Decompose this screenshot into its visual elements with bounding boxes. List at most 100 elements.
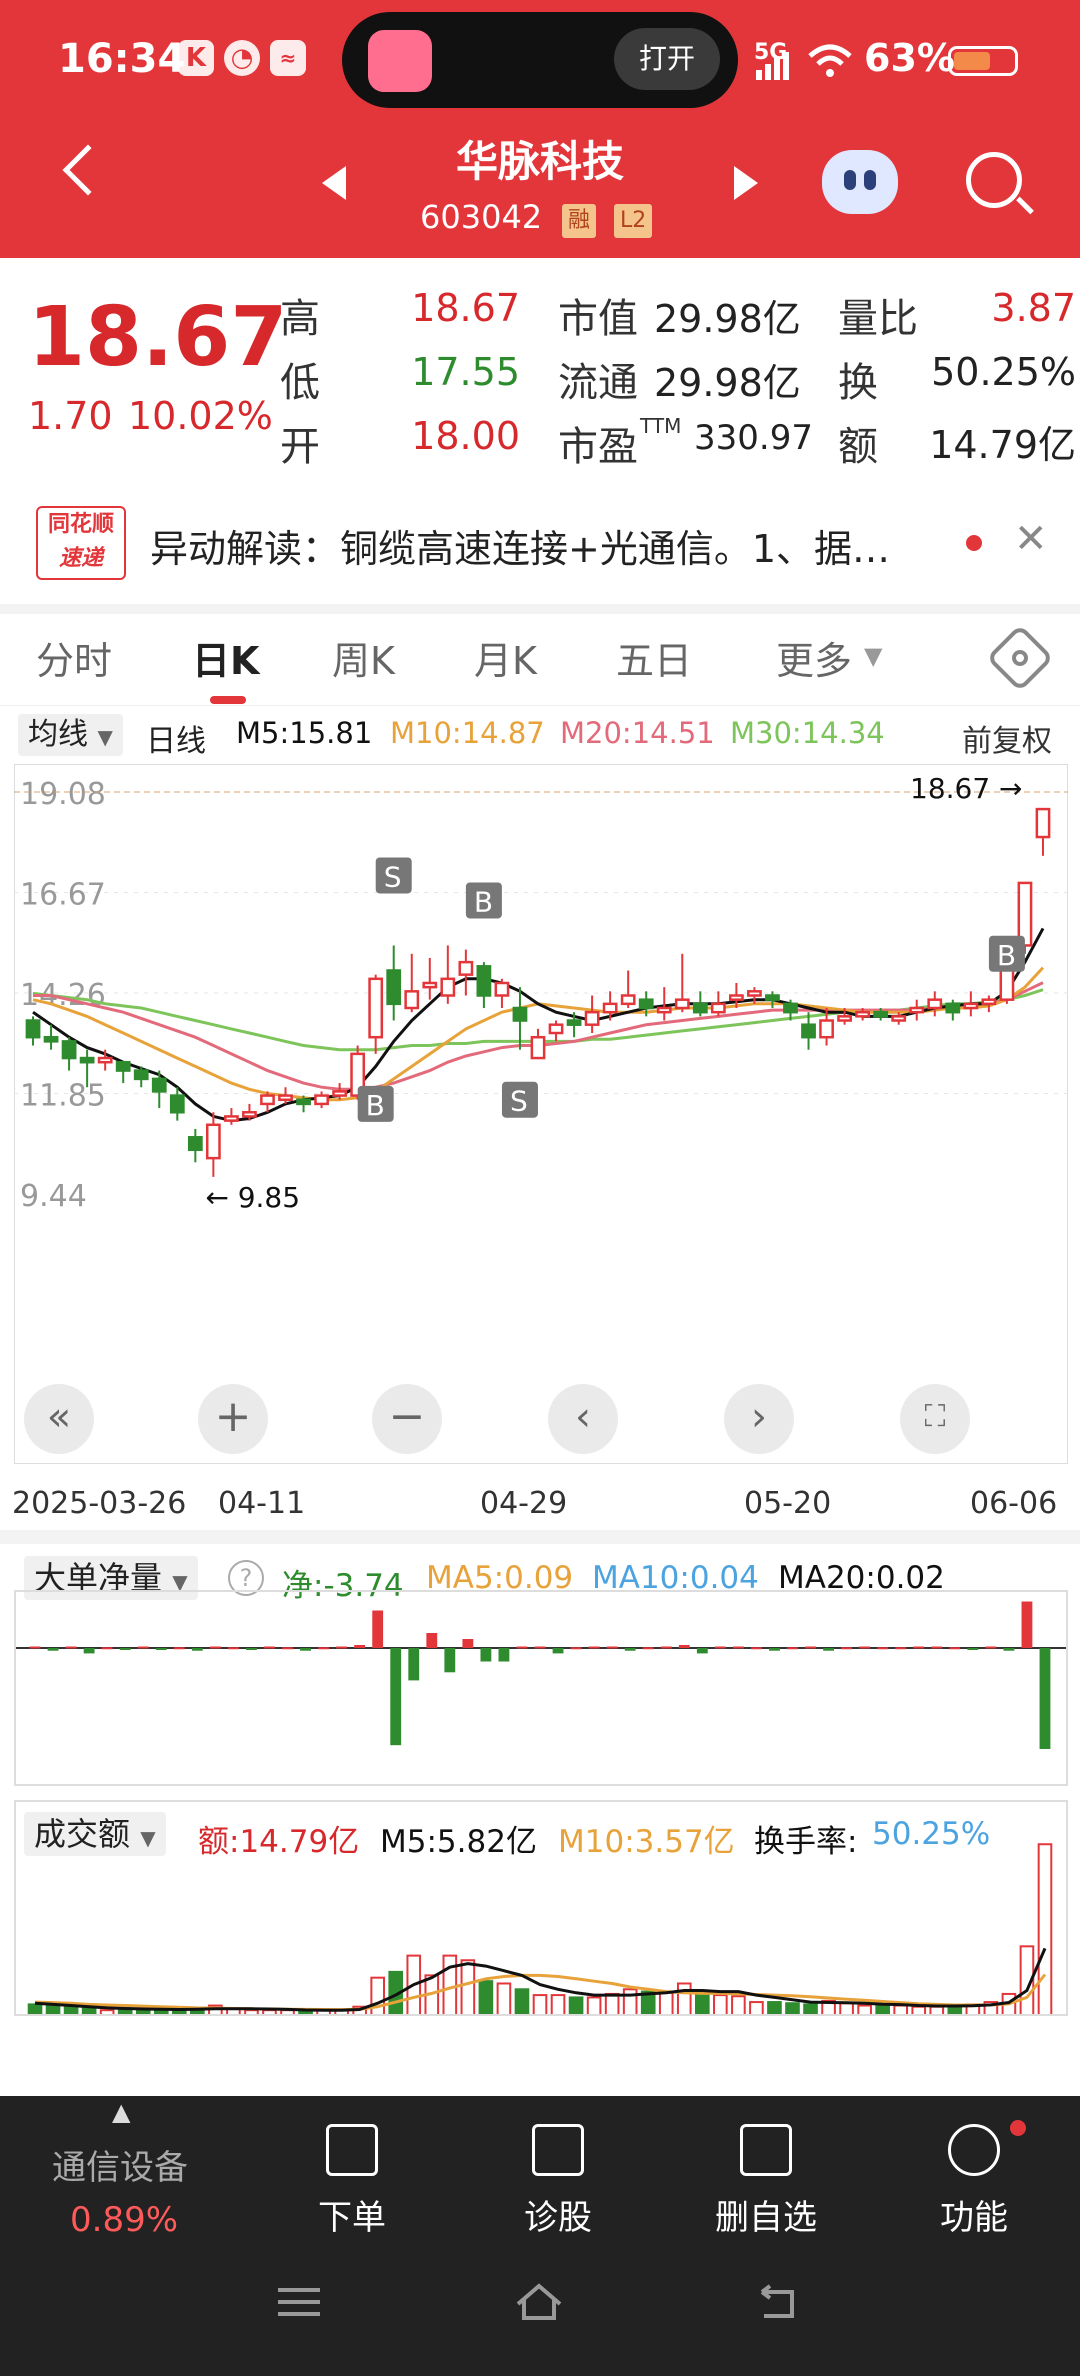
tab-monthly-k[interactable]: 月K xyxy=(474,630,537,685)
menu-icon[interactable] xyxy=(274,2282,324,2322)
volume-chart[interactable] xyxy=(14,1800,1068,2016)
candle xyxy=(638,998,654,1010)
tab-five-day[interactable]: 五日 xyxy=(616,630,692,685)
open-value: 18.00 xyxy=(411,414,520,458)
volume-bar xyxy=(478,1980,494,2014)
signal-label: B xyxy=(474,885,493,918)
period-tabs xyxy=(0,614,1080,706)
expand-up-icon[interactable]: ▲ xyxy=(112,2098,130,2126)
flow-bar xyxy=(29,1646,41,1649)
tab-daily-k[interactable]: 日K xyxy=(192,630,259,685)
adjust-mode[interactable]: 前复权 xyxy=(962,716,1052,760)
candle xyxy=(224,1115,239,1122)
news-text[interactable]: 异动解读：铜缆高速连接+光通信。1、据… xyxy=(150,518,950,573)
candle xyxy=(1035,807,1051,839)
battery-percent: 63% xyxy=(864,36,955,80)
chevron-down-icon: ▼ xyxy=(864,642,883,670)
candle xyxy=(692,1002,708,1014)
stock-code: 603042 xyxy=(420,198,543,236)
date-label: 2025-03-26 xyxy=(12,1486,187,1521)
flow-bar xyxy=(264,1646,275,1649)
remove-watchlist-button[interactable]: 删自选 xyxy=(686,2190,846,2239)
pe-label: 市盈 xyxy=(558,424,638,470)
current-price: 18.67 xyxy=(28,290,288,385)
status-time: 16:34 xyxy=(58,36,186,82)
search-icon[interactable] xyxy=(966,152,1022,208)
signal-label: B xyxy=(997,939,1016,972)
flow-bar xyxy=(209,1646,221,1649)
volume-bar xyxy=(695,1991,710,2014)
signal-label: B xyxy=(366,1089,385,1122)
volume-bar xyxy=(767,2001,782,2014)
flow-bar xyxy=(841,1647,853,1650)
notify-icon: ≈ xyxy=(270,40,306,76)
tab-weekly-k[interactable]: 周K xyxy=(332,630,395,685)
volume-bar xyxy=(135,2009,151,2014)
app-header: 16:34 K ◔ ≈ 打开 5G 63% 华脉科技 603042 融 L2 xyxy=(0,0,1080,258)
close-icon[interactable]: ✕ xyxy=(1014,516,1048,562)
island-app-icon[interactable] xyxy=(368,30,432,92)
vol-ratio-value: 3.87 xyxy=(991,286,1076,330)
order-button[interactable]: 下单 xyxy=(272,2190,432,2239)
kline-chart[interactable]: 19.0816.6714.2611.859.4418.67 →← 9.85SBB… xyxy=(14,764,1068,1464)
tab-more[interactable]: 更多 xyxy=(776,630,852,685)
margin-tag: 融 xyxy=(562,204,597,238)
zoom-in-button[interactable]: + xyxy=(198,1384,268,1454)
divider xyxy=(0,1530,1080,1544)
flow-bar xyxy=(570,1647,582,1650)
mktcap-label: 市值 xyxy=(558,296,638,342)
amount-value: 14.79亿 xyxy=(929,423,1076,467)
candle xyxy=(458,960,474,976)
order-icon[interactable] xyxy=(326,2124,378,2176)
next-stock-button[interactable] xyxy=(734,166,758,200)
flow-chart[interactable] xyxy=(14,1590,1068,1786)
candle xyxy=(296,1098,311,1106)
volume-bar xyxy=(244,2009,259,2014)
low-price-marker: ← 9.85 xyxy=(205,1181,300,1214)
ma5-line xyxy=(32,927,1045,1123)
candle xyxy=(765,994,780,1001)
tab-intraday[interactable]: 分时 xyxy=(36,630,112,685)
volume-bar xyxy=(99,2009,115,2014)
island-open-button[interactable]: 打开 xyxy=(614,28,720,90)
flow-bar xyxy=(696,1648,708,1654)
fullscreen-button[interactable]: ⛶ xyxy=(900,1384,970,1454)
zoom-out-button[interactable]: − xyxy=(372,1384,442,1454)
rewind-button[interactable]: « xyxy=(24,1384,94,1454)
volume-bar xyxy=(713,1994,728,2014)
turnover-value: 50.25% xyxy=(931,350,1076,394)
function-icon[interactable] xyxy=(948,2124,1000,2176)
flow-bar xyxy=(913,1646,925,1649)
flow-bar xyxy=(732,1646,744,1649)
volume-bar xyxy=(514,1988,530,2014)
remove-watchlist-icon[interactable] xyxy=(740,2124,792,2176)
sector-change: 0.89% xyxy=(70,2200,179,2240)
flow-bar xyxy=(318,1647,329,1650)
volume-bar xyxy=(280,2009,295,2014)
ma-selector-label: 均线 xyxy=(28,717,88,752)
volume-bar xyxy=(676,1982,692,2014)
signal-icon xyxy=(756,52,789,80)
robot-assistant-icon[interactable] xyxy=(822,150,898,214)
home-icon[interactable] xyxy=(514,2282,564,2322)
flow-bar xyxy=(552,1648,564,1654)
news-logo-bottom: 速递 xyxy=(58,546,103,571)
scroll-right-button[interactable]: › xyxy=(724,1384,794,1454)
candle xyxy=(278,1094,293,1102)
function-button[interactable]: 功能 xyxy=(894,2190,1054,2239)
flow-bar xyxy=(408,1648,420,1681)
flow-bar xyxy=(516,1646,528,1649)
candle xyxy=(368,977,384,1039)
diagnose-icon[interactable] xyxy=(532,2124,584,2176)
volume-bar xyxy=(81,2006,97,2014)
sector-name[interactable]: 通信设备 xyxy=(52,2140,188,2189)
open-label: 开 xyxy=(280,424,320,470)
back-nav-icon[interactable] xyxy=(752,2282,802,2322)
volume-bar xyxy=(262,2009,277,2014)
diagnose-button[interactable]: 诊股 xyxy=(478,2190,638,2239)
scroll-left-button[interactable]: ‹ xyxy=(548,1384,618,1454)
candle xyxy=(115,1060,131,1072)
volume-bar xyxy=(586,1996,602,2014)
flow-bar xyxy=(751,1647,762,1650)
ma-selector[interactable]: 均线 ▼ xyxy=(18,714,123,756)
